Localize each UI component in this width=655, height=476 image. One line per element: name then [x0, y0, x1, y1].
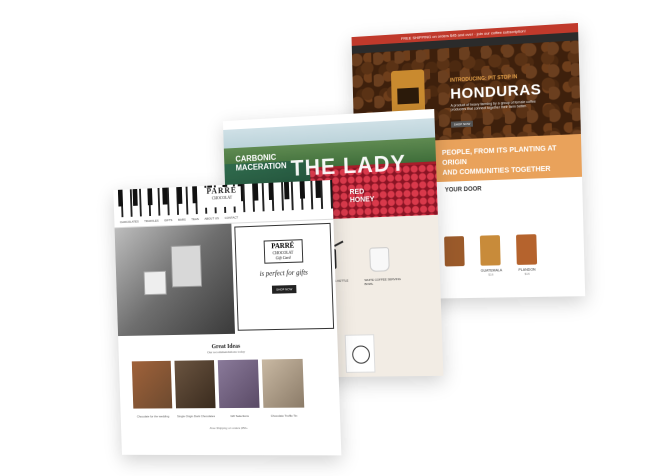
gift-card-badge: PARRÉ CHOCOLAT Gift Card: [263, 239, 303, 264]
coffee-bag-image[interactable]: [345, 334, 376, 373]
nav-item[interactable]: BARS: [178, 218, 186, 222]
idea-tile[interactable]: Chocolate for the wedding: [132, 361, 173, 419]
idea-image: [132, 361, 172, 409]
nav-item[interactable]: ABOUT US: [204, 216, 219, 221]
nav-item[interactable]: GIFTS: [164, 218, 172, 222]
showcase-stage: FREE SHIPPING on orders $45 and over · j…: [0, 0, 655, 476]
hero-headline: CARBONIC MACERATION: [235, 152, 286, 172]
idea-caption: Gift Selections: [220, 414, 260, 418]
product-image: [480, 235, 501, 266]
hero-big-text: THE LADY: [290, 150, 406, 182]
shop-now-button[interactable]: SHOP NOW: [272, 285, 296, 294]
nav-item[interactable]: TEAS: [191, 217, 199, 221]
product-image: [444, 236, 465, 266]
nav-item[interactable]: CHOCOLATES: [120, 219, 139, 224]
hero-tagline: is perfect for gifts: [237, 268, 332, 279]
gift-boxes-photo: [115, 224, 235, 336]
idea-image: [262, 359, 304, 408]
product-card[interactable]: [444, 236, 465, 277]
product-price: $16: [481, 272, 501, 276]
chocolate-site-mockup: PARRÉ CHOCOLAT CHOCOLATES TRUFFLES GIFTS…: [113, 180, 341, 455]
idea-caption: Chocolate for the wedding: [134, 414, 173, 418]
idea-tile[interactable]: Single Origin Dark Chocolates: [174, 360, 215, 418]
pitcher-image[interactable]: [369, 247, 390, 272]
product-price: $16: [517, 272, 537, 276]
site-logo[interactable]: PARRÉ CHOCOLAT: [203, 186, 242, 208]
product-card[interactable]: PLANDON $16: [516, 234, 537, 276]
badge-script: Gift Card: [267, 254, 300, 260]
product-label[interactable]: WHITE COFFEE SERVING BOWL: [364, 277, 404, 286]
idea-caption: Single Origin Dark Chocolates: [176, 414, 216, 418]
footer-note: Free Shipping on orders $50+: [121, 426, 340, 430]
idea-image: [218, 360, 260, 409]
ideas-grid: Chocolate for the wedding Single Origin …: [119, 352, 340, 418]
hero-subtext: RED HONEY: [350, 188, 375, 205]
idea-image: [174, 360, 215, 408]
gift-box-image: [144, 271, 167, 295]
hero-shop-button[interactable]: SHOP NOW: [451, 121, 473, 128]
nav-item[interactable]: TRUFFLES: [144, 219, 159, 224]
gift-panel: PARRÉ CHOCOLAT Gift Card is perfect for …: [234, 223, 334, 331]
product-image: [516, 234, 537, 265]
hero-section: PARRÉ CHOCOLAT Gift Card is perfect for …: [115, 220, 338, 336]
nav-item[interactable]: CONTACT: [225, 215, 239, 220]
product-card[interactable]: GUATEMALA $16: [480, 235, 501, 277]
gift-box-image: [171, 245, 202, 288]
idea-tile[interactable]: Chocolate Truffle Tin: [262, 359, 305, 418]
product-row: GUATEMALA $16 PLANDON $16: [444, 233, 585, 278]
idea-tile[interactable]: Gift Selections: [218, 360, 260, 419]
idea-caption: Chocolate Truffle Tin: [264, 414, 305, 418]
